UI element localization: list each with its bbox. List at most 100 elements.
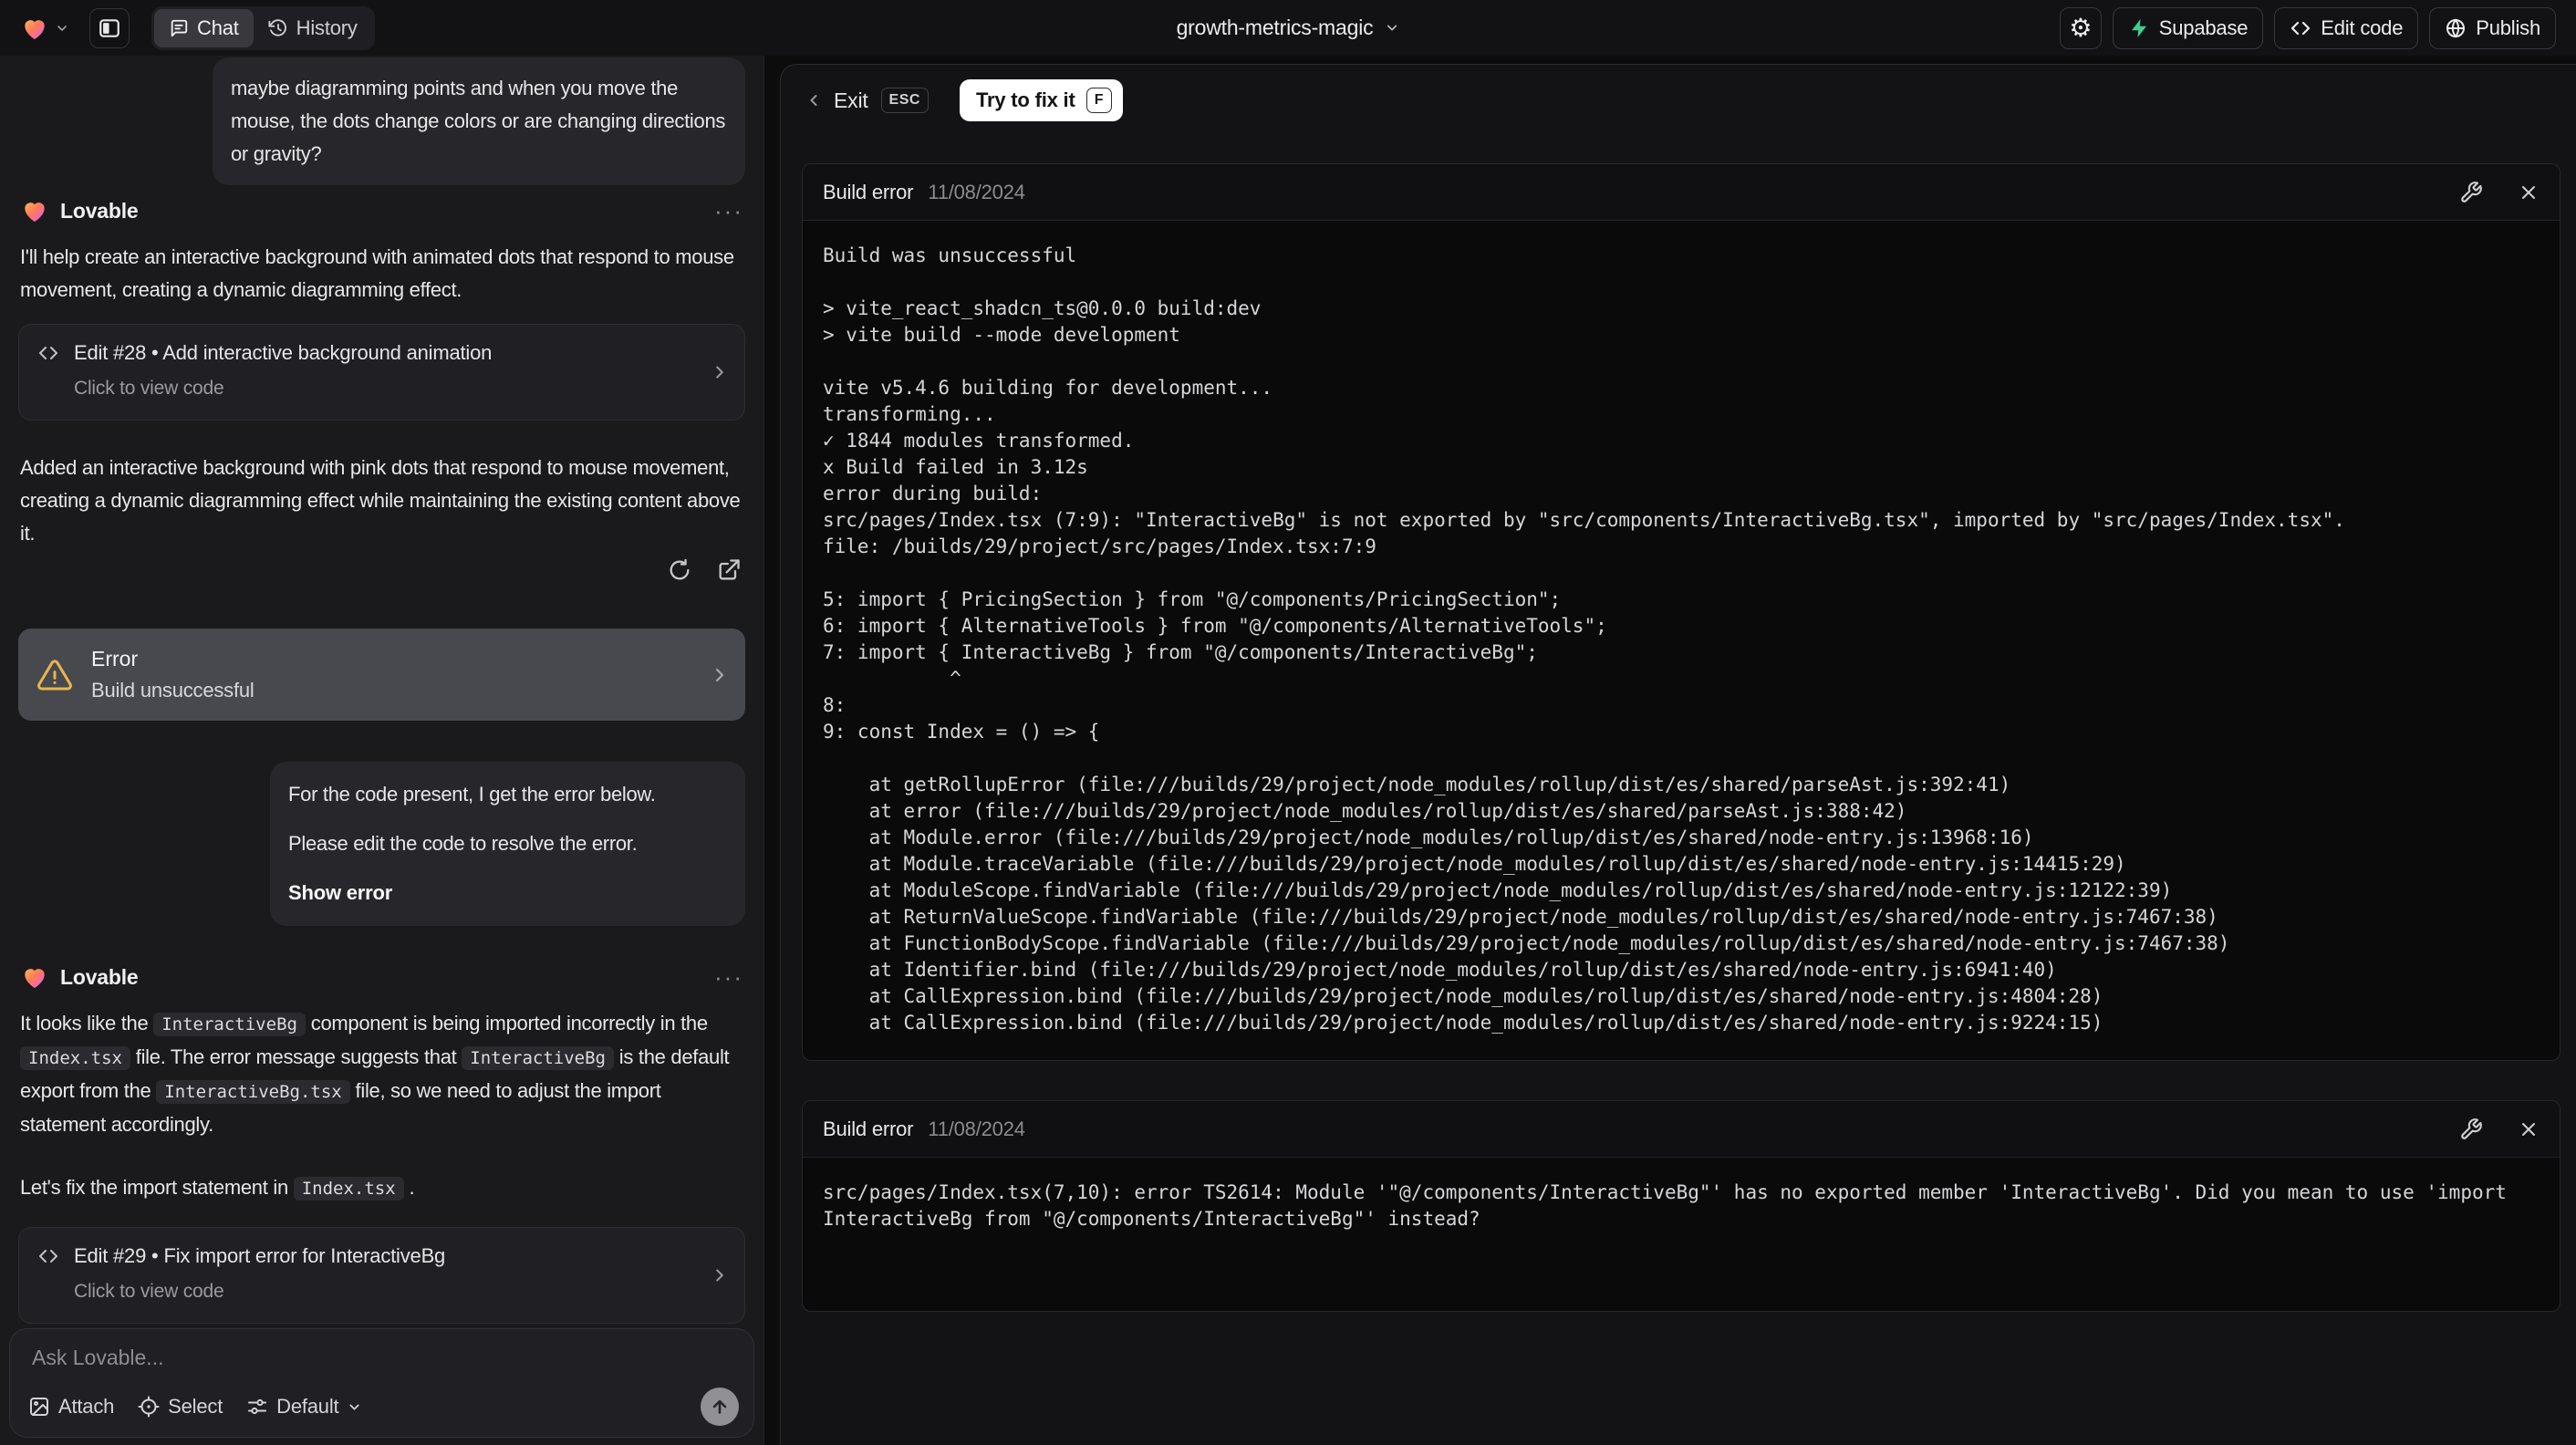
lovable-heart-icon <box>20 14 49 43</box>
try-to-fix-button[interactable]: Try to fix it F <box>959 79 1123 121</box>
edit-code-button[interactable]: Edit code <box>2274 6 2419 49</box>
chevron-right-icon <box>710 362 730 382</box>
edit-card-28[interactable]: Edit #28 • Add interactive background an… <box>18 324 745 421</box>
attach-button[interactable]: Attach <box>28 1395 114 1419</box>
supabase-icon <box>2128 17 2150 39</box>
assistant-header: Lovable ··· <box>20 196 743 225</box>
panel-header: Build error 11/08/2024 <box>803 1101 2560 1158</box>
assistant-paragraph: Added an interactive background with pin… <box>20 456 741 545</box>
edit-card-subtitle: Click to view code <box>74 1281 224 1302</box>
attach-label: Attach <box>58 1395 115 1418</box>
build-error-panel-2: Build error 11/08/2024 src/pages/Index.t… <box>802 1100 2560 1312</box>
mode-label: Default <box>276 1395 339 1418</box>
sliders-icon <box>246 1396 268 1418</box>
code-icon <box>37 342 59 364</box>
build-error-card[interactable]: Error Build unsuccessful <box>18 629 745 721</box>
panel-date: 11/08/2024 <box>928 1117 1025 1140</box>
error-card-title: Error <box>91 647 139 671</box>
warning-triangle-icon <box>36 657 73 693</box>
assistant-name: Lovable <box>60 964 139 989</box>
mode-dropdown[interactable]: Default <box>246 1395 362 1419</box>
image-icon <box>28 1396 50 1418</box>
chat-sidebar: maybe diagramming points and when you mo… <box>0 56 764 1445</box>
panel-title: Build error <box>823 1117 914 1140</box>
error-card-subtitle: Build unsuccessful <box>91 679 254 702</box>
tab-chat[interactable]: Chat <box>154 8 254 47</box>
inline-code: Index.tsx <box>20 1046 130 1070</box>
exit-button[interactable]: Exit <box>834 88 868 113</box>
build-log: src/pages/Index.tsx(7,10): error TS2614:… <box>823 1181 2519 1230</box>
settings-button[interactable]: ⚙ <box>2059 6 2102 49</box>
assistant-paragraph: I'll help create an interactive backgrou… <box>20 245 734 301</box>
chat-input[interactable] <box>32 1346 732 1386</box>
chat-bubble-icon <box>169 18 189 38</box>
try-to-fix-label: Try to fix it <box>975 88 1075 111</box>
assistant-header: Lovable ··· <box>20 962 743 992</box>
chevron-left-icon <box>805 91 823 109</box>
lovable-logo-menu[interactable] <box>20 14 69 43</box>
build-error-panel-1: Build error 11/08/2024 Build was unsucce… <box>802 163 2560 1061</box>
user-message: For the code present, I get the error be… <box>270 762 745 926</box>
more-options-icon[interactable]: ··· <box>714 199 743 223</box>
retry-icon[interactable] <box>667 557 692 583</box>
code-icon <box>2290 17 2311 39</box>
main-area: Exit ESC Try to fix it F Build error 11/… <box>764 56 2576 1445</box>
user-message: maybe diagramming points and when you mo… <box>213 57 745 185</box>
select-label: Select <box>168 1395 223 1418</box>
arrow-up-icon <box>710 1397 730 1417</box>
project-name: growth-metrics-magic <box>1176 16 1374 39</box>
tab-history-label: History <box>296 16 358 39</box>
send-button[interactable] <box>701 1388 739 1426</box>
chevron-down-icon <box>347 1399 362 1415</box>
assistant-paragraph: It looks like the InteractiveBg componen… <box>20 1012 730 1136</box>
publish-button[interactable]: Publish <box>2429 6 2556 49</box>
code-icon <box>37 1245 59 1267</box>
globe-icon <box>2445 17 2467 39</box>
chevron-right-icon <box>709 664 731 686</box>
supabase-label: Supabase <box>2158 16 2249 39</box>
inline-code: InteractiveBg <box>462 1046 614 1070</box>
chevron-down-icon <box>55 21 69 36</box>
tab-history[interactable]: History <box>254 9 372 47</box>
user-message-text: maybe diagramming points and when you mo… <box>231 77 726 165</box>
close-icon[interactable] <box>2518 182 2540 203</box>
edit-card-29[interactable]: Edit #29 • Fix import error for Interact… <box>18 1227 745 1324</box>
edit-card-title: Edit #29 • Fix import error for Interact… <box>74 1244 446 1267</box>
app-header: Chat History growth-metrics-magic ⚙ Supa… <box>0 0 2576 56</box>
open-external-icon[interactable] <box>716 557 742 583</box>
chevron-down-icon <box>1384 20 1399 36</box>
history-icon <box>268 18 288 38</box>
error-overlay-panel: Exit ESC Try to fix it F Build error 11/… <box>780 64 2576 1445</box>
select-button[interactable]: Select <box>138 1395 223 1419</box>
build-log: Build was unsuccessful > vite_react_shad… <box>823 244 2345 1034</box>
user-message-text: For the code present, I get the error be… <box>288 783 656 806</box>
overlay-topbar: Exit ESC Try to fix it F <box>805 79 1123 121</box>
fix-wrench-icon[interactable] <box>2459 1118 2483 1141</box>
panel-date: 11/08/2024 <box>928 180 1025 203</box>
edit-code-label: Edit code <box>2321 16 2404 39</box>
assistant-paragraph: Let's fix the import statement in Index.… <box>20 1176 415 1201</box>
lovable-heart-icon <box>20 196 49 225</box>
panel-header: Build error 11/08/2024 <box>803 164 2560 221</box>
edit-card-title: Edit #28 • Add interactive background an… <box>74 341 493 364</box>
toggle-sidebar-button[interactable] <box>89 7 130 48</box>
more-options-icon[interactable]: ··· <box>714 965 743 989</box>
target-icon <box>138 1396 160 1418</box>
gear-icon: ⚙ <box>2069 13 2093 42</box>
edit-card-subtitle: Click to view code <box>74 378 224 399</box>
chat-composer: Attach Select Default <box>9 1328 754 1438</box>
esc-key-badge: ESC <box>880 88 929 113</box>
inline-code: InteractiveBg.tsx <box>156 1080 350 1104</box>
supabase-button[interactable]: Supabase <box>2112 6 2264 49</box>
assistant-name: Lovable <box>60 198 139 223</box>
f-key-badge: F <box>1085 88 1112 113</box>
panel-title: Build error <box>823 180 914 203</box>
show-error-link[interactable]: Show error <box>288 877 727 910</box>
inline-code: Index.tsx <box>293 1177 404 1201</box>
close-icon[interactable] <box>2518 1118 2540 1140</box>
publish-label: Publish <box>2476 16 2540 39</box>
fix-wrench-icon[interactable] <box>2459 181 2483 204</box>
project-name-dropdown[interactable]: growth-metrics-magic <box>1177 0 1400 56</box>
chat-history-switcher: Chat History <box>151 5 375 50</box>
lovable-heart-icon <box>20 962 49 992</box>
